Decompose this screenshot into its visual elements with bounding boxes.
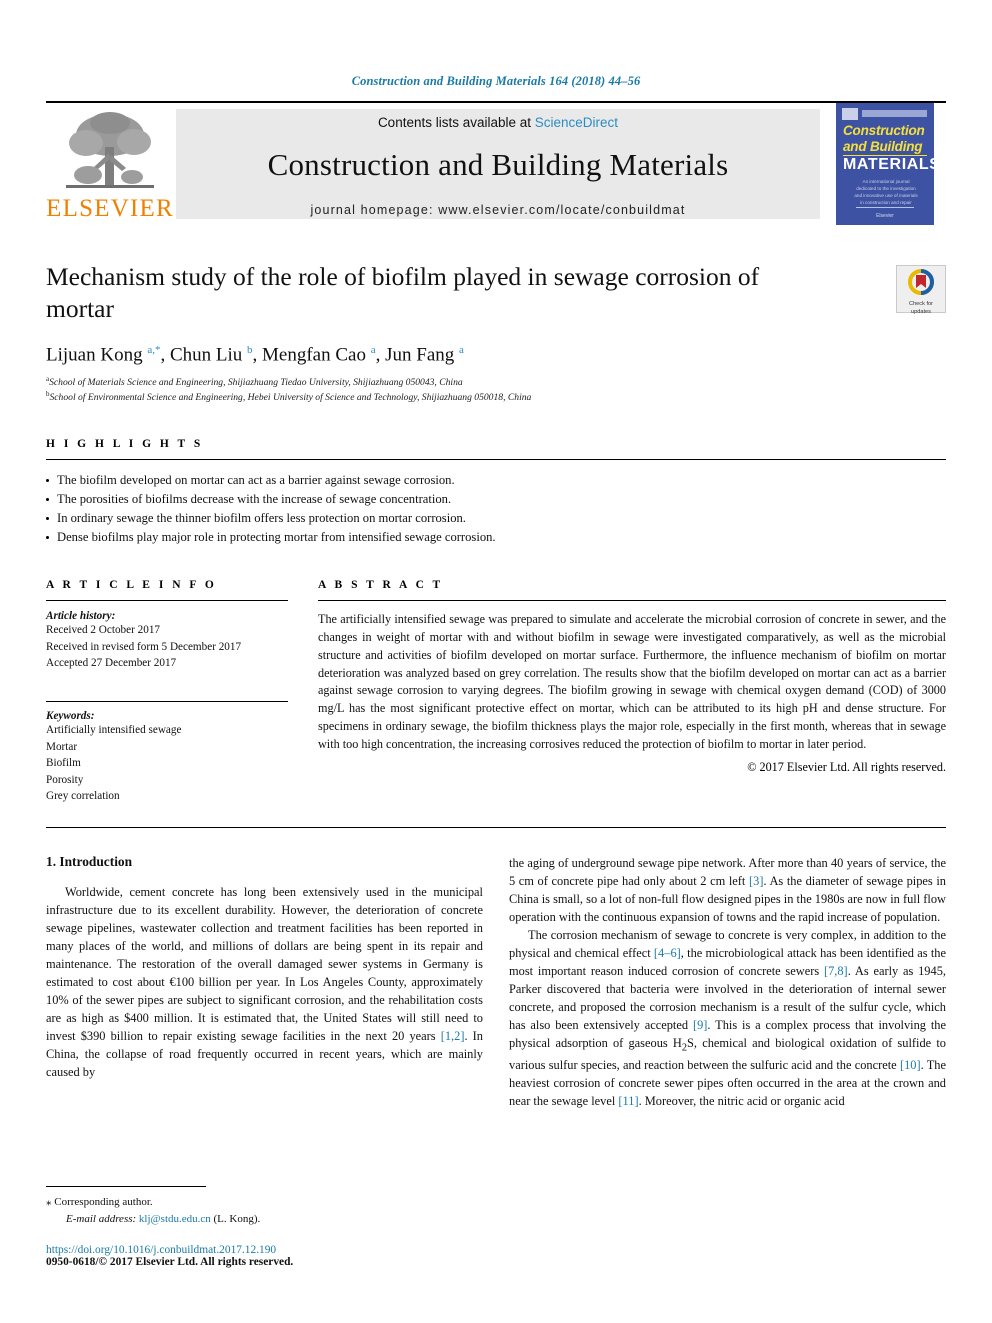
citation-ref[interactable]: [7,8] <box>824 964 848 978</box>
body-column-right: the aging of underground sewage pipe net… <box>509 854 946 1110</box>
cover-footer-divider <box>856 207 914 208</box>
section-heading-introduction: 1. Introduction <box>46 853 133 869</box>
highlights-label: H I G H L I G H T S <box>46 437 204 450</box>
elsevier-tree-icon <box>66 112 154 188</box>
abstract-text: The artificially intensified sewage was … <box>318 612 946 751</box>
article-history-received: Received 2 October 2017 <box>46 624 161 637</box>
crossmark-badge[interactable]: Check for updates <box>896 265 946 315</box>
email-owner: (L. Kong). <box>213 1212 261 1225</box>
doi-block: https://doi.org/10.1016/j.conbuildmat.20… <box>46 1244 483 1268</box>
email-label: E-mail address: <box>66 1212 137 1225</box>
affiliation-text-a: School of Materials Science and Engineer… <box>49 377 463 389</box>
cover-blurb: An international journal dedicated to th… <box>854 179 918 205</box>
cover-title-line-1: Construction <box>843 123 925 138</box>
corresponding-author-marker: ⁎ <box>46 1196 52 1208</box>
cover-title-line-2: and Building <box>843 139 923 154</box>
list-item: The porosities of biofilms decrease with… <box>46 490 946 509</box>
info-abstract-row: A R T I C L E I N F O Article history: R… <box>46 579 946 805</box>
issn-copyright-line: 0950-0618/© 2017 Elsevier Ltd. All right… <box>46 1256 294 1268</box>
cover-title-line-3: MATERIALS <box>843 156 934 173</box>
abstract-bottom-divider <box>46 826 946 828</box>
keywords-block: Keywords: Artificially intensified sewag… <box>46 700 288 805</box>
crossmark-label-2: updates <box>911 308 931 315</box>
article-info-label: A R T I C L E I N F O <box>46 579 217 592</box>
article-history-accepted: Accepted 27 December 2017 <box>46 657 177 670</box>
citation-ref[interactable]: [4–6] <box>654 946 681 960</box>
email-link[interactable]: klj@stdu.edu.cn <box>139 1213 211 1225</box>
keywords-heading: Keywords: <box>46 709 95 722</box>
article-history-heading: Article history: <box>46 610 116 623</box>
contents-available-line: Contents lists available at ScienceDirec… <box>378 115 618 130</box>
citation-ref[interactable]: [1,2] <box>441 1029 465 1043</box>
journal-title: Construction and Building Materials <box>267 147 729 182</box>
elsevier-logo: ELSEVIER <box>46 103 174 225</box>
corresponding-author-line: ⁎ Corresponding author. <box>46 1194 483 1211</box>
doi-link[interactable]: https://doi.org/10.1016/j.conbuildmat.20… <box>46 1244 483 1256</box>
list-item: Dense biofilms play major role in protec… <box>46 528 946 547</box>
masthead-center: Contents lists available at ScienceDirec… <box>176 109 820 219</box>
citation-ref[interactable]: [10] <box>900 1058 921 1072</box>
affiliation-a: aSchool of Materials Science and Enginee… <box>46 375 946 390</box>
footnote-rule <box>46 1186 206 1187</box>
paragraph: the aging of underground sewage pipe net… <box>509 855 946 924</box>
list-item: The biofilm developed on mortar can act … <box>46 471 946 490</box>
article-history-revised: Received in revised form 5 December 2017 <box>46 640 242 653</box>
article-title-block: Check for updates Mechanism study of the… <box>46 261 946 405</box>
journal-cover-thumbnail: Construction and Building MATERIALS An i… <box>824 103 946 225</box>
affiliation-text-b: School of Environmental Science and Engi… <box>49 392 532 404</box>
affiliation-b: bSchool of Environmental Science and Eng… <box>46 390 946 405</box>
elsevier-wordmark: ELSEVIER <box>46 195 174 222</box>
paragraph: Worldwide, cement concrete has long been… <box>46 884 483 1080</box>
author-list: Lijuan Kong a,*, Chun Liu b, Mengfan Cao… <box>46 343 464 366</box>
abstract-label: A B S T R A C T <box>318 579 444 592</box>
highlights-section: H I G H L I G H T S The biofilm develope… <box>46 438 946 548</box>
citation-ref[interactable]: [9] <box>693 1018 707 1032</box>
contents-prefix: Contents lists available at <box>377 115 535 130</box>
highlights-list: The biofilm developed on mortar can act … <box>46 460 946 548</box>
article-info-section: A R T I C L E I N F O Article history: R… <box>46 579 288 805</box>
paper-page: Construction and Building Materials 164 … <box>0 0 992 1323</box>
cover-image: Construction and Building MATERIALS An i… <box>836 103 934 225</box>
journal-homepage[interactable]: journal homepage: www.elsevier.com/locat… <box>310 203 685 217</box>
body-columns: 1. Introduction Worldwide, cement concre… <box>46 854 946 1110</box>
article-info-body: Article history: Received 2 October 2017… <box>46 601 288 805</box>
citation-ref[interactable]: [3] <box>749 874 763 888</box>
citation-ref[interactable]: [11] <box>618 1094 638 1108</box>
affiliation-list: aSchool of Materials Science and Enginee… <box>46 375 946 405</box>
keyword-item: Porosity <box>46 773 84 786</box>
sciencedirect-link[interactable]: ScienceDirect <box>535 115 618 130</box>
running-head: Construction and Building Materials 164 … <box>351 74 641 88</box>
corresponding-author-text: Corresponding author. <box>54 1196 153 1208</box>
cover-top-bar <box>862 110 927 117</box>
crossmark-icon <box>908 269 934 295</box>
keyword-item: Artificially intensified sewage <box>46 723 182 736</box>
abstract-copyright: © 2017 Elsevier Ltd. All rights reserved… <box>747 759 946 774</box>
footnote-block: ⁎ Corresponding author. E-mail address: … <box>46 1186 483 1268</box>
email-line: E-mail address: klj@stdu.edu.cn (L. Kong… <box>46 1211 483 1228</box>
cover-footer-text: Elsevier <box>876 213 894 219</box>
page-title: Mechanism study of the role of biofilm p… <box>46 262 760 323</box>
keyword-item: Mortar <box>46 740 78 753</box>
abstract-section: A B S T R A C T The artificially intensi… <box>318 579 946 805</box>
cover-publisher-icon <box>842 108 858 120</box>
list-item: In ordinary sewage the thinner biofilm o… <box>46 509 946 528</box>
body-column-left: 1. Introduction Worldwide, cement concre… <box>46 854 483 1110</box>
paragraph: The corrosion mechanism of sewage to con… <box>509 928 946 1108</box>
crossmark-label-1: Check for <box>909 301 933 307</box>
keyword-item: Biofilm <box>46 757 81 770</box>
keyword-item: Grey correlation <box>46 790 120 803</box>
journal-masthead: ELSEVIER Contents lists available at Sci… <box>46 101 946 225</box>
